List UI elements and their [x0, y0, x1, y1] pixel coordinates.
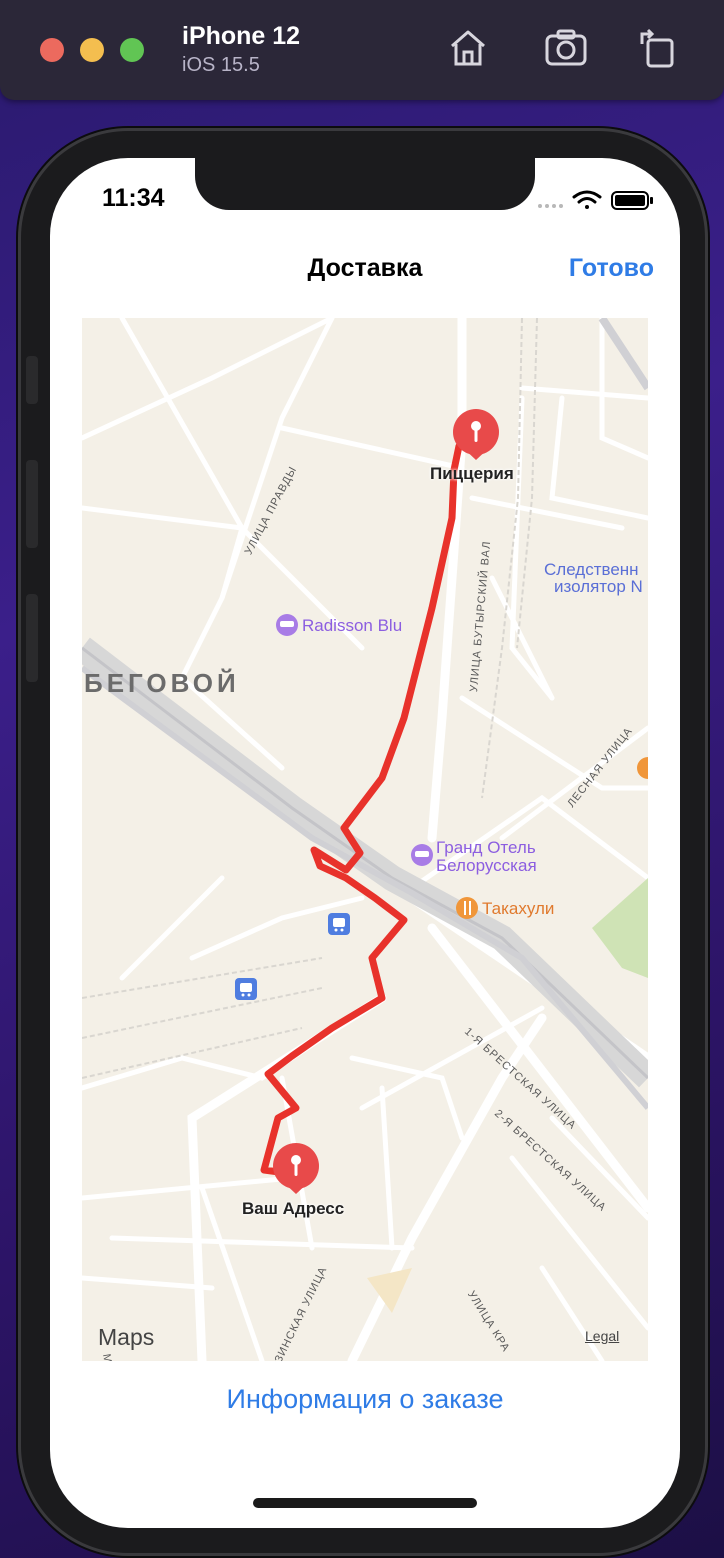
minimize-window-button[interactable] — [80, 38, 104, 62]
battery-icon — [611, 191, 653, 210]
mute-switch — [26, 356, 38, 404]
status-icons — [538, 190, 653, 210]
restaurant-icon — [637, 757, 648, 779]
railway — [82, 318, 648, 1110]
volume-up-button — [26, 460, 38, 548]
park-area — [592, 878, 648, 978]
minor-streets — [82, 318, 648, 1361]
poi-sizo-line2[interactable]: изолятор N — [554, 577, 643, 597]
maps-attribution: Maps — [98, 1324, 154, 1351]
screenshot-icon[interactable] — [544, 26, 588, 70]
hotel-icon — [276, 614, 298, 636]
train-station-icon — [328, 913, 350, 935]
map-view[interactable]: БЕГОВОЙ УЛИЦА ПРАВДЫ УЛИЦА БУТЫРСКИЙ ВАЛ… — [82, 318, 648, 1361]
map-canvas — [82, 318, 648, 1361]
os-version: iOS 15.5 — [182, 54, 260, 76]
close-window-button[interactable] — [40, 38, 64, 62]
district-label: БЕГОВОЙ — [84, 668, 240, 698]
poi-grand-hotel-line2[interactable]: Белорусская — [436, 856, 537, 876]
destination-pin-label[interactable]: Ваш Адресс — [242, 1199, 344, 1219]
poi-radisson[interactable]: Radisson Blu — [302, 616, 402, 636]
wifi-icon — [572, 190, 602, 209]
maps-attribution-text: Maps — [98, 1324, 155, 1350]
legal-link[interactable]: Legal — [585, 1328, 619, 1344]
home-indicator[interactable] — [253, 1498, 477, 1508]
restaurant-icon — [456, 897, 478, 919]
simulator-toolbar: iPhone 12 iOS 15.5 — [0, 0, 724, 100]
done-button[interactable]: Готово — [569, 254, 654, 283]
device-name: iPhone 12 — [182, 22, 301, 50]
home-icon[interactable] — [446, 26, 490, 70]
poi-grand-hotel-line1[interactable]: Гранд Отель — [436, 838, 536, 858]
rotate-icon[interactable] — [634, 26, 678, 70]
order-info-button[interactable]: Информация о заказе — [50, 1384, 680, 1415]
status-time: 11:34 — [102, 184, 165, 212]
destination-pin-icon — [273, 1143, 319, 1194]
zoom-window-button[interactable] — [120, 38, 144, 62]
cellular-dots-icon — [538, 204, 563, 208]
train-station-icon — [235, 978, 257, 1000]
poi-takahuli[interactable]: Такахули — [482, 899, 554, 919]
device-screen: 11:34 Доставка Готово БЕГОВОЙ УЛИЦА ПРАВ… — [50, 158, 680, 1528]
pizzeria-pin-label[interactable]: Пиццерия — [430, 464, 514, 484]
volume-down-button — [26, 594, 38, 682]
notch — [195, 158, 535, 210]
hotel-icon — [411, 844, 433, 866]
